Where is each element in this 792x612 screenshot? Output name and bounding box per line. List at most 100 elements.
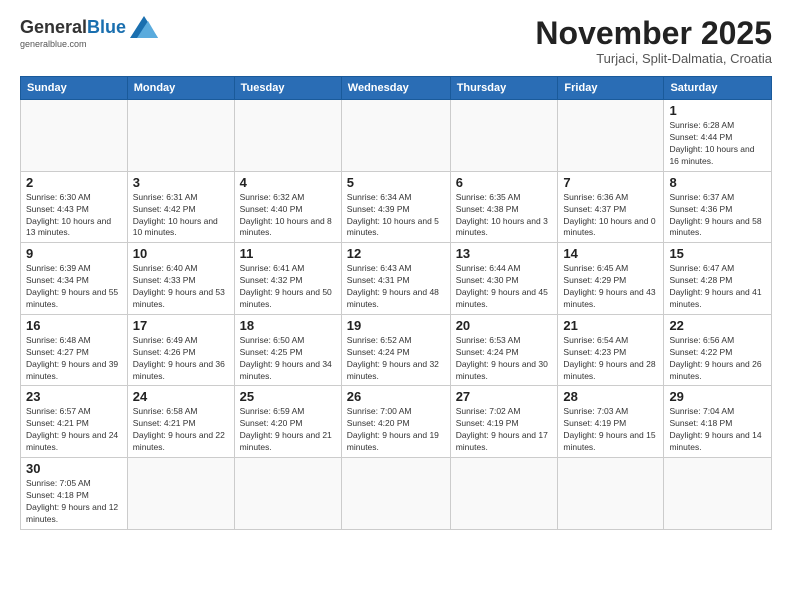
day-info: Sunrise: 6:50 AM Sunset: 4:25 PM Dayligh… (240, 335, 336, 383)
table-row: 19 Sunrise: 6:52 AM Sunset: 4:24 PM Dayli… (341, 314, 450, 386)
table-row: 23Sunrise: 6:57 AM Sunset: 4:21 PM Dayli… (21, 386, 128, 458)
day-info: Sunrise: 6:40 AM Sunset: 4:33 PM Dayligh… (133, 263, 229, 311)
table-row: 18 Sunrise: 6:50 AM Sunset: 4:25 PM Dayli… (234, 314, 341, 386)
header-monday: Monday (127, 77, 234, 100)
day-info: Sunrise: 6:52 AM Sunset: 4:24 PM Dayligh… (347, 335, 445, 383)
table-row: 25 Sunrise: 6:59 AM Sunset: 4:20 PM Dayli… (234, 386, 341, 458)
header-saturday: Saturday (664, 77, 772, 100)
table-row: 21 Sunrise: 6:54 AM Sunset: 4:23 PM Dayli… (558, 314, 664, 386)
day-number: 1 (669, 103, 766, 118)
calendar-week-row: 1 Sunrise: 6:28 AM Sunset: 4:44 PM Daylig… (21, 100, 772, 172)
table-row: 5 Sunrise: 6:34 AM Sunset: 4:39 PM Daylig… (341, 171, 450, 243)
header-wednesday: Wednesday (341, 77, 450, 100)
day-number: 5 (347, 175, 445, 190)
logo-icon (130, 16, 158, 38)
day-number: 9 (26, 246, 122, 261)
calendar-week-row: 2 Sunrise: 6:30 AM Sunset: 4:43 PM Daylig… (21, 171, 772, 243)
table-row: 30Sunrise: 7:05 AM Sunset: 4:18 PM Dayli… (21, 458, 128, 530)
day-number: 15 (669, 246, 766, 261)
day-number: 22 (669, 318, 766, 333)
table-row: 16Sunrise: 6:48 AM Sunset: 4:27 PM Dayli… (21, 314, 128, 386)
table-row: 7Sunrise: 6:36 AM Sunset: 4:37 PM Daylig… (558, 171, 664, 243)
day-info: Sunrise: 6:34 AM Sunset: 4:39 PM Dayligh… (347, 192, 445, 240)
day-info: Sunrise: 6:30 AM Sunset: 4:43 PM Dayligh… (26, 192, 122, 240)
table-row: 29Sunrise: 7:04 AM Sunset: 4:18 PM Dayli… (664, 386, 772, 458)
day-info: Sunrise: 7:00 AM Sunset: 4:20 PM Dayligh… (347, 406, 445, 454)
day-info: Sunrise: 6:39 AM Sunset: 4:34 PM Dayligh… (26, 263, 122, 311)
table-row (450, 458, 558, 530)
page-header: General Blue generalblue.com November 20… (20, 16, 772, 66)
day-number: 16 (26, 318, 122, 333)
day-info: Sunrise: 7:05 AM Sunset: 4:18 PM Dayligh… (26, 478, 122, 526)
day-info: Sunrise: 6:49 AM Sunset: 4:26 PM Dayligh… (133, 335, 229, 383)
table-row (664, 458, 772, 530)
day-number: 18 (240, 318, 336, 333)
table-row: 24Sunrise: 6:58 AM Sunset: 4:21 PM Dayli… (127, 386, 234, 458)
table-row: 15 Sunrise: 6:47 AM Sunset: 4:28 PM Dayli… (664, 243, 772, 315)
logo: General Blue generalblue.com (20, 16, 158, 49)
day-number: 20 (456, 318, 553, 333)
day-number: 19 (347, 318, 445, 333)
header-friday: Friday (558, 77, 664, 100)
title-block: November 2025 Turjaci, Split-Dalmatia, C… (535, 16, 772, 66)
day-info: Sunrise: 6:37 AM Sunset: 4:36 PM Dayligh… (669, 192, 766, 240)
day-info: Sunrise: 6:32 AM Sunset: 4:40 PM Dayligh… (240, 192, 336, 240)
header-thursday: Thursday (450, 77, 558, 100)
table-row (127, 458, 234, 530)
location-text: Turjaci, Split-Dalmatia, Croatia (535, 51, 772, 66)
calendar-week-row: 30Sunrise: 7:05 AM Sunset: 4:18 PM Dayli… (21, 458, 772, 530)
day-number: 2 (26, 175, 122, 190)
table-row: 13 Sunrise: 6:44 AM Sunset: 4:30 PM Dayli… (450, 243, 558, 315)
table-row (21, 100, 128, 172)
header-tuesday: Tuesday (234, 77, 341, 100)
table-row (558, 458, 664, 530)
table-row: 8Sunrise: 6:37 AM Sunset: 4:36 PM Daylig… (664, 171, 772, 243)
table-row (341, 100, 450, 172)
table-row: 12Sunrise: 6:43 AM Sunset: 4:31 PM Dayli… (341, 243, 450, 315)
table-row (450, 100, 558, 172)
table-row: 14 Sunrise: 6:45 AM Sunset: 4:29 PM Dayli… (558, 243, 664, 315)
day-info: Sunrise: 6:41 AM Sunset: 4:32 PM Dayligh… (240, 263, 336, 311)
day-info: Sunrise: 6:47 AM Sunset: 4:28 PM Dayligh… (669, 263, 766, 311)
day-info: Sunrise: 7:02 AM Sunset: 4:19 PM Dayligh… (456, 406, 553, 454)
day-info: Sunrise: 6:54 AM Sunset: 4:23 PM Dayligh… (563, 335, 658, 383)
day-number: 28 (563, 389, 658, 404)
calendar-week-row: 23Sunrise: 6:57 AM Sunset: 4:21 PM Dayli… (21, 386, 772, 458)
table-row: 17 Sunrise: 6:49 AM Sunset: 4:26 PM Dayli… (127, 314, 234, 386)
table-row: 3 Sunrise: 6:31 AM Sunset: 4:42 PM Daylig… (127, 171, 234, 243)
day-info: Sunrise: 6:53 AM Sunset: 4:24 PM Dayligh… (456, 335, 553, 383)
day-info: Sunrise: 6:44 AM Sunset: 4:30 PM Dayligh… (456, 263, 553, 311)
day-number: 4 (240, 175, 336, 190)
day-number: 14 (563, 246, 658, 261)
day-info: Sunrise: 6:58 AM Sunset: 4:21 PM Dayligh… (133, 406, 229, 454)
logo-blue-text: Blue (87, 17, 126, 38)
table-row: 6 Sunrise: 6:35 AM Sunset: 4:38 PM Daylig… (450, 171, 558, 243)
table-row: 20 Sunrise: 6:53 AM Sunset: 4:24 PM Dayli… (450, 314, 558, 386)
day-number: 29 (669, 389, 766, 404)
day-number: 25 (240, 389, 336, 404)
day-number: 10 (133, 246, 229, 261)
day-info: Sunrise: 6:31 AM Sunset: 4:42 PM Dayligh… (133, 192, 229, 240)
table-row: 9 Sunrise: 6:39 AM Sunset: 4:34 PM Daylig… (21, 243, 128, 315)
table-row: 4 Sunrise: 6:32 AM Sunset: 4:40 PM Daylig… (234, 171, 341, 243)
day-info: Sunrise: 6:35 AM Sunset: 4:38 PM Dayligh… (456, 192, 553, 240)
day-number: 23 (26, 389, 122, 404)
day-number: 13 (456, 246, 553, 261)
day-info: Sunrise: 6:45 AM Sunset: 4:29 PM Dayligh… (563, 263, 658, 311)
logo-general-text: General (20, 17, 87, 38)
day-number: 6 (456, 175, 553, 190)
day-info: Sunrise: 7:03 AM Sunset: 4:19 PM Dayligh… (563, 406, 658, 454)
day-number: 21 (563, 318, 658, 333)
logo-tagline: generalblue.com (20, 39, 87, 49)
table-row (234, 458, 341, 530)
day-info: Sunrise: 6:36 AM Sunset: 4:37 PM Dayligh… (563, 192, 658, 240)
table-row: 2 Sunrise: 6:30 AM Sunset: 4:43 PM Daylig… (21, 171, 128, 243)
day-number: 3 (133, 175, 229, 190)
day-info: Sunrise: 6:59 AM Sunset: 4:20 PM Dayligh… (240, 406, 336, 454)
day-number: 27 (456, 389, 553, 404)
table-row: 28 Sunrise: 7:03 AM Sunset: 4:19 PM Dayli… (558, 386, 664, 458)
table-row: 1 Sunrise: 6:28 AM Sunset: 4:44 PM Daylig… (664, 100, 772, 172)
day-info: Sunrise: 6:28 AM Sunset: 4:44 PM Dayligh… (669, 120, 766, 168)
month-title: November 2025 (535, 16, 772, 51)
day-number: 17 (133, 318, 229, 333)
